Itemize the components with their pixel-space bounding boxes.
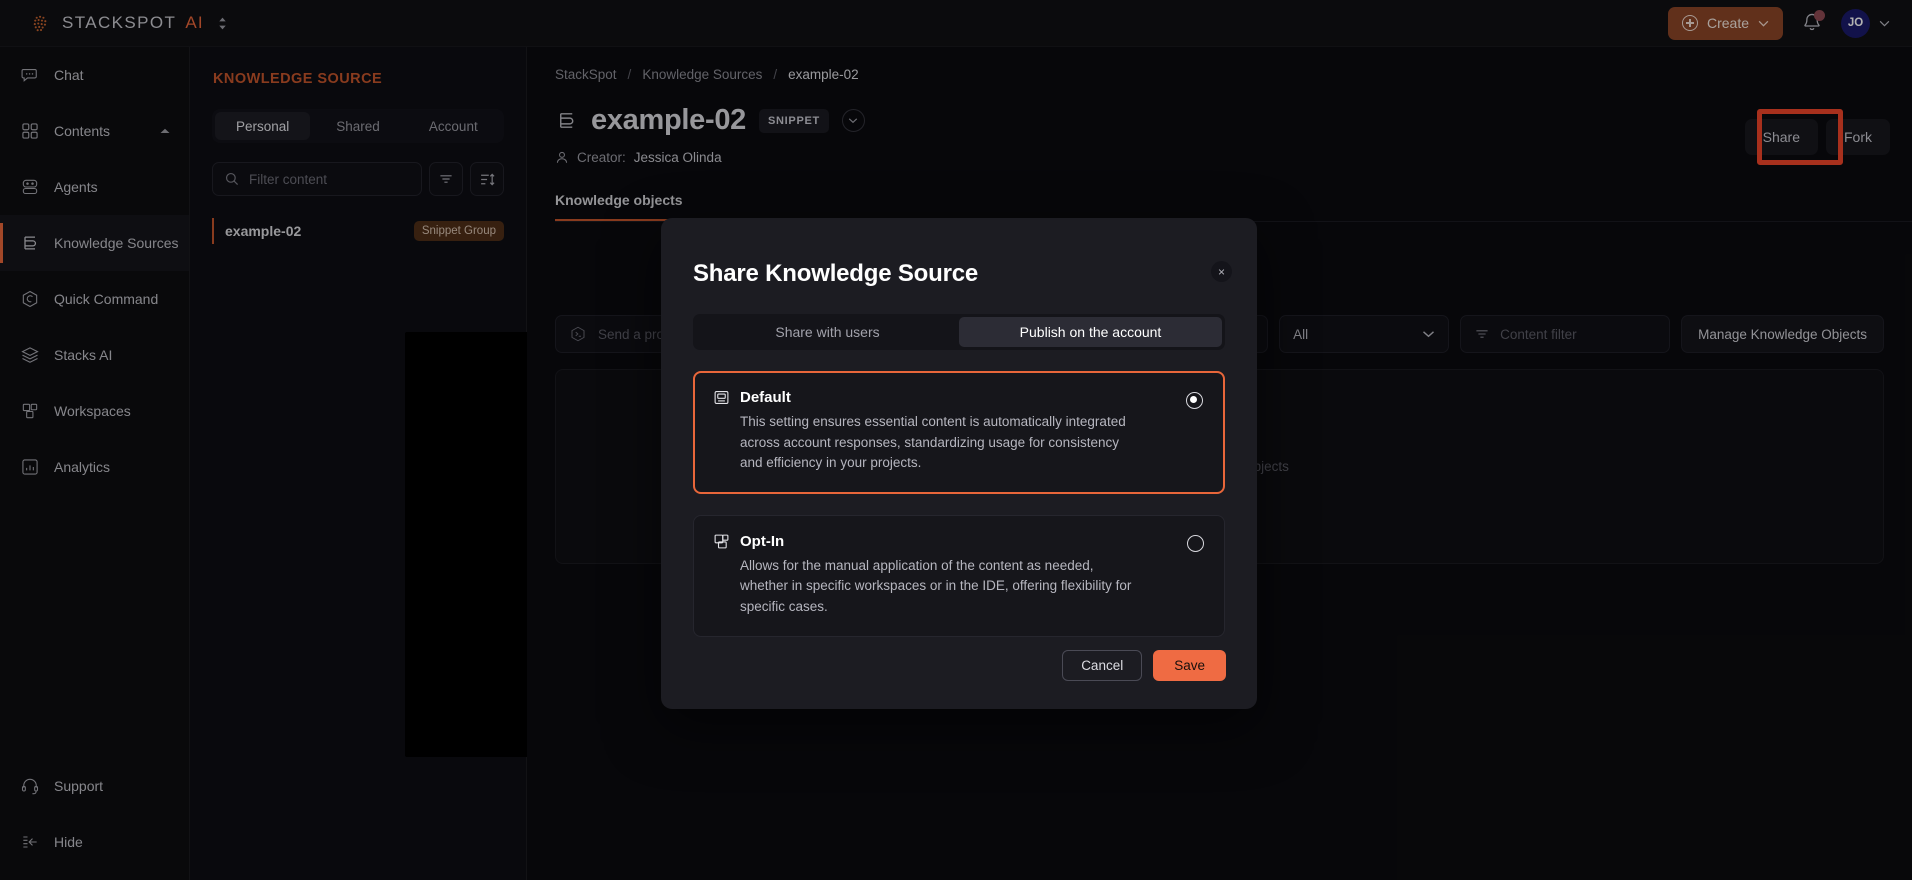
default-card-icon bbox=[713, 389, 730, 406]
opt-in-icon bbox=[713, 533, 730, 550]
option-header: Opt-In bbox=[713, 533, 1205, 550]
option-description: This setting ensures essential content i… bbox=[740, 414, 1126, 471]
close-icon[interactable]: × bbox=[1211, 261, 1232, 282]
save-button[interactable]: Save bbox=[1153, 650, 1226, 681]
radio-opt-in[interactable] bbox=[1187, 534, 1204, 552]
option-default[interactable]: Default This setting ensures essential c… bbox=[693, 371, 1225, 494]
share-knowledge-source-dialog: Share Knowledge Source × Share with user… bbox=[661, 218, 1257, 709]
dialog-tabs: Share with users Publish on the account bbox=[693, 314, 1225, 350]
option-opt-in[interactable]: Opt-In Allows for the manual application… bbox=[693, 514, 1225, 638]
option-title: Default bbox=[740, 389, 791, 406]
option-description: Allows for the manual application of the… bbox=[740, 557, 1132, 614]
dialog-title: Share Knowledge Source bbox=[693, 260, 979, 287]
tab-share-with-users[interactable]: Share with users bbox=[696, 317, 959, 347]
cancel-button[interactable]: Cancel bbox=[1062, 650, 1143, 681]
app-root: STACKSPOT AI Create JO Chat Contents Age… bbox=[0, 0, 1912, 880]
tab-publish-on-the-account[interactable]: Publish on the account bbox=[959, 317, 1222, 347]
option-header: Default bbox=[713, 389, 1205, 406]
option-title: Opt-In bbox=[740, 532, 785, 550]
radio-default[interactable] bbox=[1186, 392, 1203, 409]
dialog-actions: Cancel Save bbox=[1062, 650, 1226, 681]
